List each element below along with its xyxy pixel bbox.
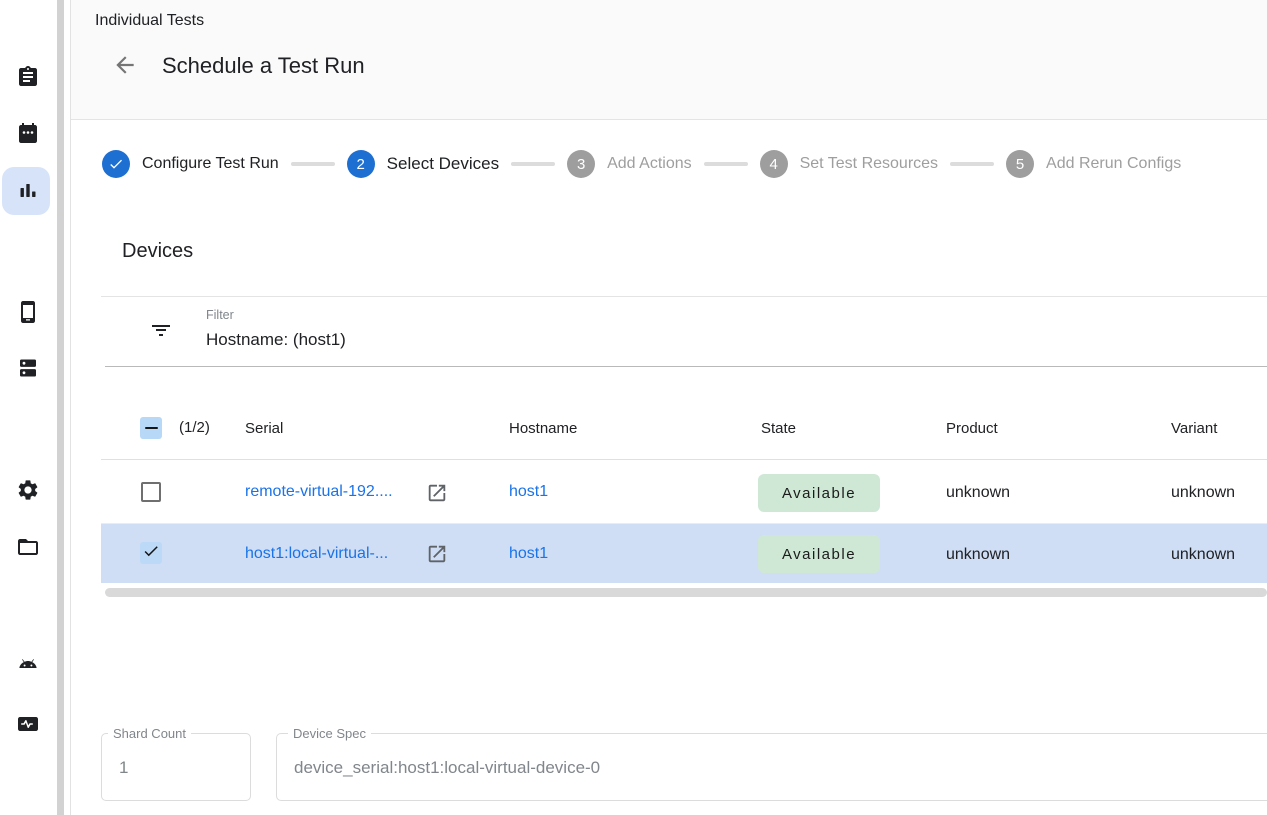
breadcrumb: Individual Tests xyxy=(95,12,204,30)
open-in-new-icon[interactable] xyxy=(426,543,448,565)
test-results-nav-item[interactable] xyxy=(16,179,40,203)
open-in-new-icon[interactable] xyxy=(426,482,448,504)
row-2-serial-link[interactable]: host1:local-virtual-... xyxy=(245,545,388,563)
step-connector xyxy=(704,162,748,166)
step-set-test-resources[interactable]: 4 Set Test Resources xyxy=(760,150,938,178)
settings-nav-item[interactable] xyxy=(16,478,40,502)
folder-icon xyxy=(16,535,40,559)
step-connector xyxy=(291,162,335,166)
step-3-number: 3 xyxy=(567,150,595,178)
row-1-serial-link[interactable]: remote-virtual-192.... xyxy=(245,483,393,501)
tests-nav-item[interactable] xyxy=(16,65,40,89)
step-connector xyxy=(511,162,555,166)
page-title: Schedule a Test Run xyxy=(162,53,365,79)
device-spec-value[interactable]: device_serial:host1:local-virtual-device… xyxy=(294,758,600,778)
android-icon xyxy=(16,655,40,679)
row-1-hostname-link[interactable]: host1 xyxy=(509,483,548,501)
step-add-rerun-configs[interactable]: 5 Add Rerun Configs xyxy=(1006,150,1181,178)
clipboard-icon xyxy=(16,65,40,89)
devices-section-title: Devices xyxy=(122,240,193,263)
step-5-number: 5 xyxy=(1006,150,1034,178)
row-2-hostname-link[interactable]: host1 xyxy=(509,545,548,563)
nav-scrollbar-thumb[interactable] xyxy=(57,0,64,815)
step-add-actions[interactable]: 3 Add Actions xyxy=(567,150,692,178)
step-1-check-icon xyxy=(102,150,130,178)
left-nav-rail xyxy=(0,0,57,815)
filter-field-label: Filter xyxy=(206,308,234,322)
bar-chart-icon xyxy=(16,179,40,203)
table-horizontal-scrollbar[interactable] xyxy=(105,588,1267,597)
device-spec-label: Device Spec xyxy=(288,726,371,741)
gear-icon xyxy=(16,478,40,502)
step-configure-test-run[interactable]: Configure Test Run xyxy=(102,150,279,178)
filter-icon xyxy=(149,319,173,343)
column-header-product: Product xyxy=(946,420,998,437)
row-2-checkbox[interactable] xyxy=(140,542,162,564)
step-connector xyxy=(950,162,994,166)
checkmark-icon xyxy=(142,542,160,565)
row-1-state-badge: Available xyxy=(758,474,880,512)
back-arrow-icon xyxy=(112,65,138,82)
stepper: Configure Test Run 2 Select Devices 3 Ad… xyxy=(102,150,1181,178)
calendar-icon xyxy=(16,121,40,145)
row-2-variant: unknown xyxy=(1171,546,1235,564)
monitoring-nav-item[interactable] xyxy=(16,712,40,736)
select-all-checkbox[interactable] xyxy=(140,417,162,439)
monitor-heart-icon xyxy=(16,712,40,736)
column-header-hostname: Hostname xyxy=(509,420,577,437)
step-2-number: 2 xyxy=(347,150,375,178)
shard-count-value[interactable]: 1 xyxy=(119,758,128,778)
shard-count-label: Shard Count xyxy=(108,726,191,741)
column-header-serial: Serial xyxy=(245,420,283,437)
step-select-devices[interactable]: 2 Select Devices xyxy=(347,150,499,178)
file-browser-nav-item[interactable] xyxy=(16,535,40,559)
step-4-label: Set Test Resources xyxy=(800,155,938,173)
column-header-variant: Variant xyxy=(1171,420,1217,437)
step-4-number: 4 xyxy=(760,150,788,178)
back-button[interactable] xyxy=(112,52,138,78)
row-2-product: unknown xyxy=(946,546,1010,564)
row-2-state-badge: Available xyxy=(758,535,880,573)
column-header-state: State xyxy=(761,420,796,437)
row-1-checkbox[interactable] xyxy=(141,482,161,502)
test-plans-nav-item[interactable] xyxy=(16,121,40,145)
step-1-label: Configure Test Run xyxy=(142,155,279,173)
step-5-label: Add Rerun Configs xyxy=(1046,155,1181,173)
filter-underline xyxy=(105,366,1267,367)
content-divider-line xyxy=(70,0,71,815)
server-icon xyxy=(16,356,40,380)
selection-count: (1/2) xyxy=(179,419,210,436)
step-2-label: Select Devices xyxy=(387,154,499,174)
hosts-nav-item[interactable] xyxy=(16,356,40,380)
smartphone-icon xyxy=(16,300,40,324)
indeterminate-dash-icon xyxy=(145,427,158,429)
devices-nav-item[interactable] xyxy=(16,300,40,324)
row-1-product: unknown xyxy=(946,484,1010,502)
row-1-variant: unknown xyxy=(1171,484,1235,502)
step-3-label: Add Actions xyxy=(607,155,692,173)
filter-field-value[interactable]: Hostname: (host1) xyxy=(206,330,346,350)
android-nav-item[interactable] xyxy=(16,655,40,679)
